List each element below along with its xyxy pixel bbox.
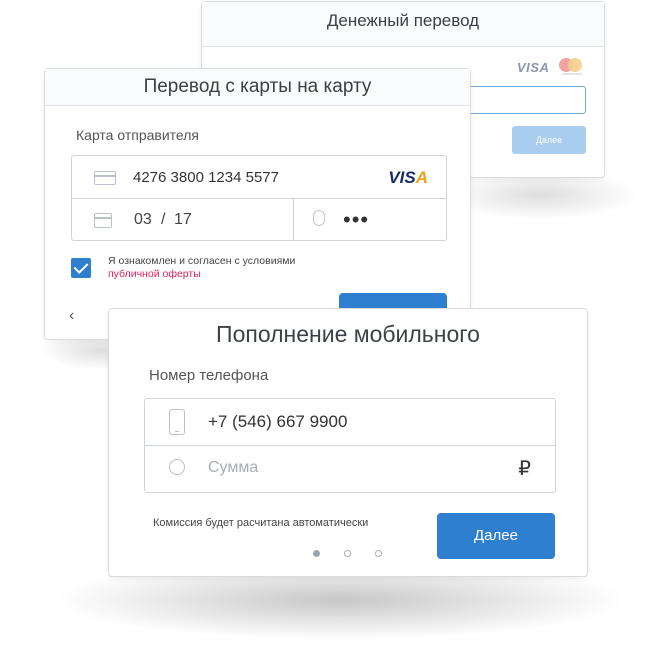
- sender-card-label: Карта отправителя: [76, 127, 199, 143]
- carousel-dot-1[interactable]: [313, 550, 320, 557]
- expiry-year: 17: [174, 211, 192, 228]
- carousel-dots: [313, 550, 393, 560]
- chevron-left-icon[interactable]: ‹: [69, 307, 74, 325]
- carousel-dot-2[interactable]: [344, 550, 351, 557]
- card-to-card-transfer: Перевод с карты на карту Карта отправите…: [44, 68, 471, 340]
- mastercard-logo: mastercard: [559, 58, 585, 76]
- lock-icon: [313, 210, 325, 226]
- commission-note: Комиссия будет расчитана автоматически: [153, 517, 369, 529]
- sender-card-fields: 4276 3800 1234 5577 VISA 03 / 17 •••: [71, 155, 447, 241]
- cvv-field[interactable]: •••: [294, 199, 446, 240]
- amount-field[interactable]: ₽: [145, 446, 555, 492]
- money-transfer-title: Денежный перевод: [202, 2, 604, 47]
- transfer-next-button[interactable]: Далее: [512, 126, 586, 154]
- card-number-value: 4276 3800 1234 5577: [133, 169, 279, 186]
- agree-checkbox[interactable]: [71, 258, 91, 278]
- expiry-month: 03: [134, 211, 152, 228]
- visa-logo: VISA: [517, 60, 550, 75]
- phone-number-value: +7 (546) 667 9900: [208, 412, 348, 431]
- credit-card-icon: [94, 171, 116, 185]
- amount-input[interactable]: [208, 456, 488, 480]
- mobile-phone-icon: [169, 409, 185, 435]
- transfer-input[interactable]: [466, 86, 586, 114]
- calendar-icon: [94, 213, 112, 228]
- mobile-topup-card: Пополнение мобильного Номер телефона +7 …: [108, 308, 588, 577]
- mobile-topup-fields: +7 (546) 667 9900 ₽: [144, 398, 556, 493]
- ruble-icon: ₽: [518, 458, 531, 480]
- expiry-field[interactable]: 03 / 17: [72, 199, 293, 240]
- coin-icon: [169, 459, 185, 475]
- carousel-dot-3[interactable]: [375, 550, 382, 557]
- mobile-topup-title: Пополнение мобильного: [216, 321, 480, 347]
- next-button[interactable]: Далее: [437, 513, 555, 559]
- public-offer-link[interactable]: публичной оферты: [108, 268, 201, 280]
- expiry-separator: /: [161, 211, 166, 228]
- phone-number-field[interactable]: +7 (546) 667 9900: [145, 399, 555, 446]
- agree-text: Я ознакомлен и согласен с условиями публ…: [108, 255, 296, 280]
- cvv-masked-value: •••: [343, 207, 370, 232]
- card-number-field[interactable]: 4276 3800 1234 5577 VISA: [72, 156, 446, 199]
- card-to-card-title: Перевод с карты на карту: [45, 69, 470, 106]
- phone-number-label: Номер телефона: [149, 367, 269, 384]
- visa-logo: VISA: [388, 168, 428, 187]
